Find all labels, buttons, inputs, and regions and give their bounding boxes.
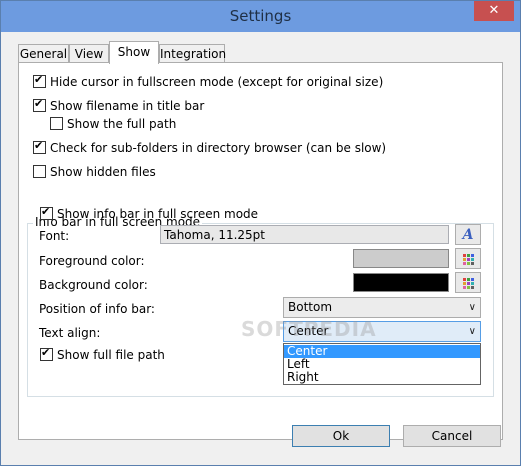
foreground-color-label: Foreground color: [39,254,145,268]
show-hidden-checkbox[interactable] [33,165,46,178]
softpedia-watermark: SOFTPEDIA [241,317,377,341]
show-full-file-path-label: Show full file path [57,348,165,362]
chevron-down-icon: ∨ [468,326,476,337]
dialog-client: General View Show Integration Hide curso… [8,32,513,458]
title-bar[interactable]: Settings ✕ [1,1,520,32]
foreground-color-button[interactable] [455,248,481,269]
window-title: Settings [229,7,292,25]
tab-integration[interactable]: Integration [159,44,226,63]
tab-general[interactable]: General [18,44,69,63]
close-button[interactable]: ✕ [474,1,514,21]
font-field: Tahoma, 11.25pt [160,225,449,244]
font-picker-button[interactable]: A [455,224,481,245]
background-color-button[interactable] [455,272,481,293]
background-color-label: Background color: [39,278,148,292]
check-subfolders-checkbox[interactable] [33,139,46,154]
close-icon: ✕ [488,3,500,18]
show-full-path-checkbox[interactable] [50,117,63,130]
ok-button[interactable]: Ok [292,425,390,447]
hide-cursor-checkbox[interactable] [33,73,46,88]
show-full-file-path-checkbox[interactable] [40,346,53,361]
settings-window: Settings ✕ General View Show Integration… [0,0,521,466]
palette-icon [463,254,474,265]
position-selected-value: Bottom [288,300,333,314]
show-infobar-label: Show info bar in full screen mode [57,207,259,221]
palette-icon [463,278,474,289]
show-hidden-label: Show hidden files [50,165,156,179]
chevron-down-icon: ∨ [468,302,476,313]
tab-view[interactable]: View [69,44,109,63]
show-tab-panel: Hide cursor in fullscreen mode (except f… [18,62,503,440]
cancel-button[interactable]: Cancel [403,425,501,447]
show-full-path-label: Show the full path [67,117,177,131]
check-subfolders-label: Check for sub-folders in directory brows… [50,141,387,155]
tab-show[interactable]: Show [109,41,159,64]
hide-cursor-label: Hide cursor in fullscreen mode (except f… [50,75,384,89]
position-label: Position of info bar: [39,302,155,316]
text-align-dropdown: Center Left Right [283,343,481,385]
align-option-right[interactable]: Right [284,371,480,384]
show-filename-label: Show filename in title bar [50,99,205,113]
foreground-color-swatch [353,249,449,268]
show-filename-checkbox[interactable] [33,97,46,112]
align-option-center[interactable]: Center [284,345,480,358]
text-align-label: Text align: [39,326,101,340]
font-label: Font: [39,229,70,243]
show-infobar-checkbox[interactable] [40,205,53,220]
font-icon: A [462,227,474,243]
background-color-swatch [353,273,449,292]
position-select[interactable]: Bottom ∨ [283,297,481,318]
